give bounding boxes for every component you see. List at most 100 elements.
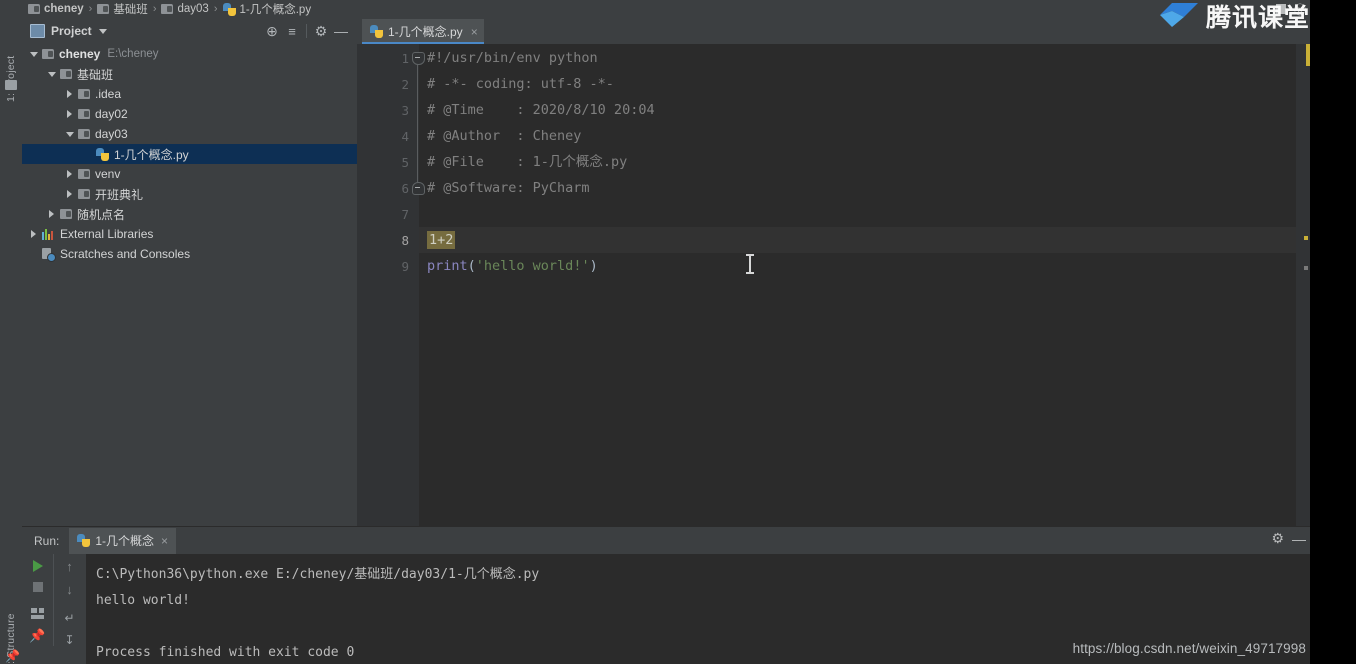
code-line[interactable]: 1+2 [427, 227, 455, 253]
run-tab-active[interactable]: 1-几个概念 × [69, 528, 176, 554]
locate-icon[interactable]: ⊕ [262, 21, 282, 41]
line-number: 5 [369, 155, 409, 170]
comment-token: # @Time : 2020/8/10 20:04 [427, 102, 655, 118]
code-line[interactable]: # @Time : 2020/8/10 20:04 [427, 97, 655, 123]
chevron-right-icon[interactable] [64, 188, 76, 200]
tree-node-label: venv [95, 167, 120, 181]
code-line[interactable]: # -*- coding: utf-8 -*- [427, 71, 614, 97]
folder-icon [60, 209, 72, 219]
python-file-icon [77, 534, 90, 547]
comment-token: # -*- coding: utf-8 -*- [427, 76, 614, 92]
stop-button[interactable] [33, 582, 43, 592]
tree-node-label: day03 [95, 127, 128, 141]
chevron-down-icon[interactable] [99, 29, 107, 34]
tencent-classroom-logo-icon [1158, 1, 1200, 31]
code-line[interactable]: # @Author : Cheney [427, 123, 581, 149]
chevron-right-icon[interactable] [64, 108, 76, 120]
folder-icon [5, 80, 17, 90]
run-toolbar: 📌 ↑ ↓ ↵ ↧ [22, 554, 85, 664]
folder-icon [78, 189, 90, 199]
settings-gear-icon[interactable]: ⚙ [1271, 530, 1284, 547]
layout-button[interactable] [31, 608, 44, 619]
python-file-icon [96, 148, 109, 161]
hide-panel-icon[interactable]: — [331, 21, 351, 41]
tree-node[interactable]: day02 [22, 104, 357, 124]
code-editor[interactable]: 123456789 #!/usr/bin/env python# -*- cod… [357, 44, 1310, 526]
settings-gear-icon[interactable]: ⚙ [311, 21, 331, 41]
run-tab-label: 1-几个概念 [95, 532, 154, 549]
close-icon[interactable]: × [161, 534, 168, 548]
warning-marker[interactable] [1304, 236, 1308, 240]
tree-node-label: External Libraries [60, 227, 153, 241]
tree-node[interactable]: 开班典礼 [22, 184, 357, 204]
console-line: C:\Python36\python.exe E:/cheney/基础班/day… [96, 562, 1310, 588]
tree-node[interactable]: venv [22, 164, 357, 184]
editor-gutter[interactable]: 123456789 [357, 44, 419, 526]
tree-node[interactable]: 基础班 [22, 64, 357, 84]
breadcrumb-label: day03 [177, 3, 208, 15]
python-file-icon [223, 3, 236, 16]
up-arrow-button[interactable]: ↑ [66, 560, 73, 573]
tree-node-label: 基础班 [77, 66, 113, 83]
breadcrumb-item-file[interactable]: 1-几个概念.py [223, 0, 312, 18]
code-line[interactable]: # @File : 1-几个概念.py [427, 149, 627, 175]
scroll-to-end-button[interactable]: ↧ [64, 634, 74, 646]
breadcrumb-item-jichuban[interactable]: 基础班 [97, 0, 148, 18]
pin-icon[interactable]: 📌 [5, 650, 17, 662]
hide-panel-icon[interactable]: — [1292, 531, 1306, 547]
editor-tab-active[interactable]: 1-几个概念.py × [362, 19, 484, 44]
folder-icon [28, 4, 40, 14]
tree-spacer [82, 148, 94, 160]
selected-expression[interactable]: 1+2 [427, 231, 455, 249]
editor-tab-label: 1-几个概念.py [388, 23, 463, 40]
chevron-down-icon[interactable] [28, 48, 40, 60]
editor-marker-bar[interactable] [1296, 44, 1310, 526]
tree-node-label: .idea [95, 87, 121, 101]
url-watermark: https://blog.csdn.net/weixin_49717998 [1073, 641, 1306, 656]
code-line[interactable]: print('hello world!') [427, 253, 598, 279]
tree-node[interactable]: cheneyE:\cheney [22, 44, 357, 64]
tree-node[interactable]: 1-几个概念.py [22, 144, 357, 164]
scratches-icon [42, 248, 55, 260]
chevron-right-icon[interactable] [64, 88, 76, 100]
code-line[interactable]: # @Software: PyCharm [427, 175, 590, 201]
editor-area: 1-几个概念.py × 123456789 #!/usr/bin/env pyt… [357, 18, 1310, 526]
code-line[interactable]: #!/usr/bin/env python [427, 45, 598, 71]
down-arrow-button[interactable]: ↓ [66, 583, 73, 596]
breadcrumb-item-cheney[interactable]: cheney [28, 0, 84, 18]
chevron-right-icon[interactable] [64, 168, 76, 180]
soft-wrap-button[interactable]: ↵ [64, 612, 74, 624]
comment-token: # @Software: PyCharm [427, 180, 590, 196]
line-number: 8 [369, 233, 409, 248]
project-panel-title: Project [51, 24, 92, 38]
tree-node[interactable]: 随机点名 [22, 204, 357, 224]
editor-scrollbar-thumb[interactable] [1306, 44, 1310, 66]
run-toolbar-column-left: 📌 [22, 554, 53, 642]
line-number: 6 [369, 181, 409, 196]
change-marker[interactable] [1304, 266, 1308, 270]
rerun-button[interactable] [33, 560, 43, 572]
tree-node[interactable]: Scratches and Consoles [22, 244, 357, 264]
close-icon[interactable]: × [471, 26, 478, 38]
tree-node[interactable]: .idea [22, 84, 357, 104]
sidebar-tab-structure[interactable]: 7: Structure [0, 580, 22, 592]
tree-node-label: 随机点名 [77, 206, 125, 223]
run-panel-actions: ⚙ — [1271, 530, 1306, 547]
chevron-down-icon[interactable] [64, 128, 76, 140]
python-file-icon [370, 25, 383, 38]
comment-token: #!/usr/bin/env python [427, 50, 598, 66]
chevron-down-icon[interactable] [46, 68, 58, 80]
collapse-all-icon[interactable]: ≡ [282, 21, 302, 41]
brand-watermark-text: 腾讯课堂 [1206, 0, 1310, 34]
chevron-right-icon[interactable] [46, 208, 58, 220]
line-number: 1 [369, 51, 409, 66]
chevron-right-icon[interactable] [28, 228, 40, 240]
breadcrumb-item-day03[interactable]: day03 [161, 0, 208, 18]
pin-tab-button[interactable]: 📌 [29, 629, 45, 642]
sidebar-tab-project[interactable]: 1: Project [0, 24, 22, 36]
code-text[interactable]: #!/usr/bin/env python # -*- coding: utf-8… [419, 44, 1310, 526]
tree-node[interactable]: External Libraries [22, 224, 357, 244]
tree-node[interactable]: day03 [22, 124, 357, 144]
run-panel-label: Run: [34, 534, 59, 548]
tree-node-label: Scratches and Consoles [60, 247, 190, 261]
